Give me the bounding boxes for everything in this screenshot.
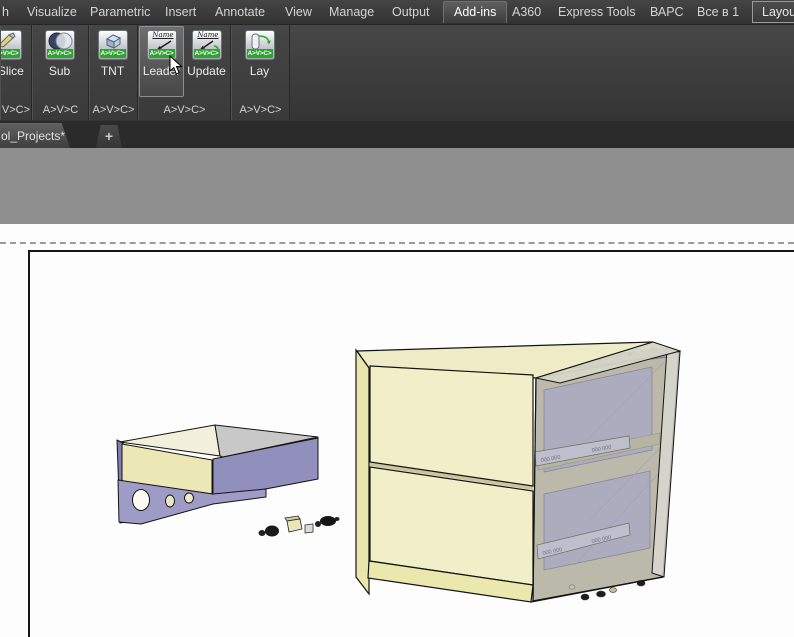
tab-manage[interactable]: Manage — [329, 2, 374, 22]
close-icon[interactable]: ✕ — [70, 130, 78, 141]
tab-insert[interactable]: Insert — [165, 2, 196, 22]
avc-badge: A>V>C> — [47, 49, 73, 58]
sub-button[interactable]: A>V>C> Sub — [37, 26, 82, 97]
bracket-model[interactable] — [117, 425, 318, 524]
tab-view[interactable]: View — [285, 2, 312, 22]
ribbon: A>V>C> CSlice V>C> A>V>C> Sub A>V>C — [0, 24, 794, 122]
lay-icon: A>V>C> — [245, 30, 275, 60]
update-leader-icon: Name A>V>C> — [192, 30, 222, 60]
ribbon-panel-cslice: A>V>C> CSlice V>C> — [0, 24, 32, 120]
panel-title-1[interactable]: V>C> — [1, 102, 31, 119]
file-tab-label: ol_Projects* — [0, 129, 65, 143]
mouse-cursor — [169, 55, 184, 76]
ribbon-panel-lay: A>V>C> Lay A>V>C> — [231, 24, 290, 120]
ribbon-tab-bar: h Visualize Parametric Insert Annotate V… — [0, 0, 794, 25]
tab-parametric[interactable]: Parametric — [90, 2, 150, 22]
tab-output[interactable]: Output — [392, 2, 430, 22]
avc-badge: A>V>C> — [247, 49, 273, 58]
update-button-label: Update — [187, 64, 226, 78]
cslice-button-label: CSlice — [0, 64, 24, 78]
tab-a360[interactable]: A360 — [512, 2, 541, 22]
tnt-button-label: TNT — [101, 64, 124, 78]
file-tab-active[interactable]: ol_Projects* ✕ — [0, 123, 70, 148]
tab-vars[interactable]: ВАРС — [650, 2, 683, 22]
tab-express-tools[interactable]: Express Tools — [558, 2, 636, 22]
avc-badge: A>V>C> — [194, 49, 220, 58]
tab-partial[interactable]: h — [2, 2, 9, 22]
panel-title-5[interactable]: A>V>C> — [232, 102, 289, 119]
tab-add-ins[interactable]: Add-ins — [443, 1, 507, 23]
ribbon-panel-tnt: A>V>C> TNT A>V>C> — [89, 24, 138, 120]
tab-visualize[interactable]: Visualize — [27, 2, 77, 22]
subtract-icon: A>V>C> — [45, 30, 75, 60]
panel-title-4[interactable]: A>V>C> — [139, 102, 230, 119]
tab-vse-v-1[interactable]: Все в 1 — [697, 2, 739, 22]
tnt-button[interactable]: A>V>C> TNT — [90, 26, 135, 97]
box-3d-icon: A>V>C> — [98, 30, 128, 60]
avc-badge: A>V>C> — [100, 49, 126, 58]
tab-annotate[interactable]: Annotate — [215, 2, 265, 22]
panel-title-2[interactable]: A>V>C — [33, 102, 88, 119]
new-tab-button[interactable]: + — [96, 125, 122, 148]
lay-button[interactable]: A>V>C> Lay — [237, 26, 282, 97]
ribbon-panel-sub: A>V>C> Sub A>V>C — [32, 24, 89, 120]
lay-button-label: Lay — [250, 64, 269, 78]
fasteners-model[interactable] — [259, 516, 340, 537]
cslice-icon: A>V>C> — [0, 30, 22, 60]
panel-title-3[interactable]: A>V>C> — [90, 102, 137, 119]
file-tab-bar: ol_Projects* ✕ + — [0, 121, 794, 148]
ribbon-panel-leader: Name A>V>C> Leader Name — [138, 24, 231, 120]
drawing-canvas[interactable]: 000 000 000 000 000 000 000 000 — [0, 148, 794, 637]
update-button[interactable]: Name A>V>C> Update — [184, 26, 229, 97]
tab-layout[interactable]: Layout — [752, 1, 794, 23]
avc-badge: A>V>C> — [0, 49, 20, 58]
model-view: 000 000 000 000 000 000 000 000 — [0, 148, 794, 637]
cslice-button[interactable]: A>V>C> CSlice — [0, 26, 29, 97]
cabinet-model[interactable]: 000 000 000 000 000 000 000 000 — [356, 342, 680, 602]
sub-button-label: Sub — [49, 64, 70, 78]
